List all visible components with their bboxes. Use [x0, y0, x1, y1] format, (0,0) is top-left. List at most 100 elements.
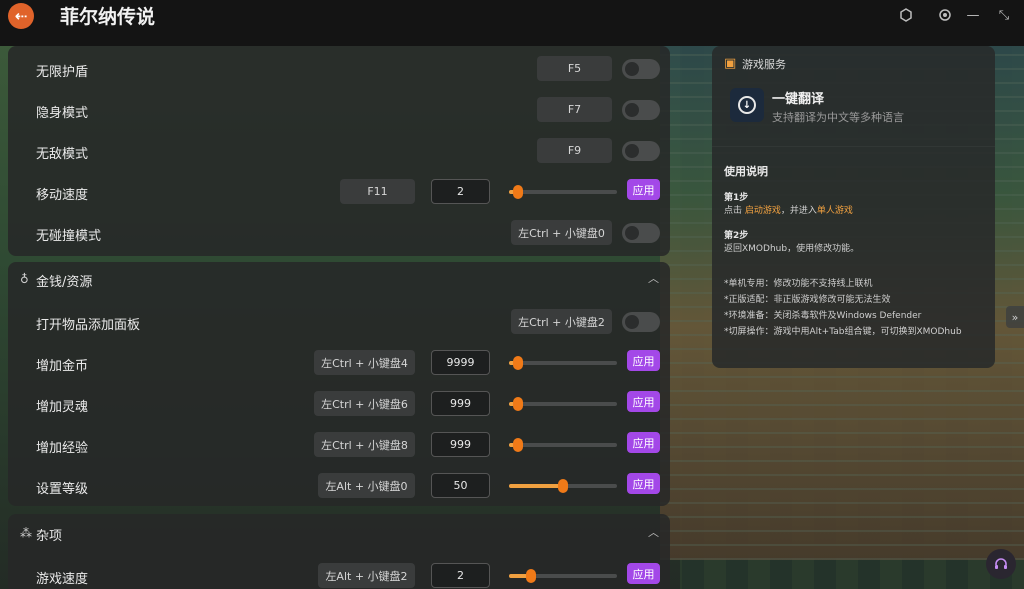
hotkey-button[interactable]: 左Ctrl + 小键盘4: [314, 350, 415, 375]
hotkey-button[interactable]: F9: [537, 138, 612, 163]
cheat-toggle[interactable]: [622, 59, 660, 79]
slider-thumb[interactable]: [513, 356, 523, 370]
cheat-label: 增加金币: [36, 359, 89, 374]
package-box-icon: ▣: [724, 56, 737, 71]
note-item: *正版适配：非正版游戏修改可能无法生效: [724, 295, 891, 305]
cheat-panel-money: ♁ 金钱/资源 ︿ 打开物品添加面板 左Ctrl + 小键盘2 增加金币 左Ct…: [8, 262, 670, 506]
note-item: *单机专用：修改功能不支持线上联机: [724, 279, 873, 289]
collapse-icon[interactable]: ⤡: [993, 4, 1015, 26]
apply-button[interactable]: 应用: [627, 432, 660, 453]
app-title: 菲尔纳传说: [60, 6, 156, 28]
apply-button[interactable]: 应用: [627, 391, 660, 412]
slider-thumb[interactable]: [513, 397, 523, 411]
step2-text: 返回XMODhub，使用修改功能。: [724, 244, 860, 254]
cheat-row: 无碰撞模式 左Ctrl + 小键盘0: [8, 214, 670, 254]
slider-thumb[interactable]: [526, 569, 536, 583]
value-input[interactable]: 999: [431, 432, 490, 457]
cheat-label: 无限护盾: [36, 65, 89, 80]
user-badge-icon[interactable]: [895, 4, 917, 26]
apply-button[interactable]: 应用: [627, 350, 660, 371]
arrow-left-icon: ⇠: [14, 7, 28, 25]
value-slider[interactable]: [509, 185, 617, 199]
cheat-label: 增加经验: [36, 441, 89, 456]
note-item: *环境准备：关闭杀毒软件及Windows Defender: [724, 311, 922, 321]
slider-fill: [509, 484, 563, 488]
section-header[interactable]: ⁂ 杂项 ︿: [8, 516, 670, 552]
cheat-toggle[interactable]: [622, 100, 660, 120]
translate-card[interactable]: ↓ 一键翻译 支持翻译为中文等多种语言: [712, 78, 995, 138]
hotkey-button[interactable]: F7: [537, 97, 612, 122]
hotkey-button[interactable]: 左Alt + 小键盘0: [318, 473, 415, 498]
step1-heading: 第1步: [724, 193, 749, 203]
cheat-row: 游戏速度 左Alt + 小键盘2 2 应用: [8, 557, 670, 589]
value-input[interactable]: 999: [431, 391, 490, 416]
service-panel: ▣ 游戏服务 ↓ 一键翻译 支持翻译为中文等多种语言 使用说明 第1步 点击 启…: [712, 46, 995, 368]
cheat-label: 无碰撞模式: [36, 229, 102, 244]
cheat-row: 增加灵魂 左Ctrl + 小键盘6 999 应用: [8, 385, 670, 425]
section-title: 金钱/资源: [36, 275, 93, 290]
divider: [712, 146, 995, 147]
hotkey-button[interactable]: 左Alt + 小键盘2: [318, 563, 415, 588]
value-slider[interactable]: [509, 438, 617, 452]
guide-title: 使用说明: [724, 165, 768, 178]
single-player-link[interactable]: 单人游戏: [817, 206, 853, 216]
value-input[interactable]: 9999: [431, 350, 490, 375]
cheat-label: 无敌模式: [36, 147, 89, 162]
slider-thumb[interactable]: [513, 438, 523, 452]
settings-gear-icon[interactable]: [934, 4, 956, 26]
value-slider[interactable]: [509, 397, 617, 411]
hotkey-button[interactable]: 左Ctrl + 小键盘0: [511, 220, 612, 245]
hotkey-button[interactable]: 左Ctrl + 小键盘6: [314, 391, 415, 416]
cheat-panel-misc: ⁂ 杂项 ︿ 游戏速度 左Alt + 小键盘2 2 应用: [8, 514, 670, 589]
expand-arrow-icon[interactable]: »: [1006, 306, 1024, 328]
start-game-link[interactable]: 启动游戏: [745, 206, 781, 216]
minimize-icon[interactable]: —: [962, 4, 984, 26]
back-button[interactable]: ⇠: [8, 3, 34, 29]
hotkey-button[interactable]: 左Ctrl + 小键盘2: [511, 309, 612, 334]
slider-thumb[interactable]: [558, 479, 568, 493]
chevron-up-icon[interactable]: ︿: [648, 270, 659, 286]
download-circle-icon: ↓: [730, 88, 764, 122]
cheat-label: 设置等级: [36, 482, 89, 497]
cheat-toggle[interactable]: [622, 223, 660, 243]
misc-grid-icon: ⁂: [20, 526, 32, 540]
apply-button[interactable]: 应用: [627, 563, 660, 584]
hotkey-button[interactable]: F11: [340, 179, 415, 204]
cheat-row: 隐身模式 F7: [8, 91, 670, 131]
chevron-up-icon[interactable]: ︿: [648, 524, 659, 540]
translate-subtitle: 支持翻译为中文等多种语言: [772, 111, 904, 124]
cheat-row: 打开物品添加面板 左Ctrl + 小键盘2: [8, 303, 670, 343]
hotkey-button[interactable]: 左Ctrl + 小键盘8: [314, 432, 415, 457]
service-title: 游戏服务: [742, 58, 786, 71]
headset-support-icon[interactable]: [986, 549, 1016, 579]
section-header[interactable]: ♁ 金钱/资源 ︿: [8, 262, 670, 298]
value-input[interactable]: 2: [431, 563, 490, 588]
step1-text: 点击 启动游戏，并进入单人游戏: [724, 206, 853, 216]
cheat-row: 无敌模式 F9: [8, 132, 670, 172]
value-input[interactable]: 2: [431, 179, 490, 204]
cheat-row: 移动速度 F11 2 应用: [8, 173, 670, 213]
note-item: *切屏操作：游戏中用Alt+Tab组合键，可切换到XMODhub: [724, 327, 962, 337]
translate-title: 一键翻译: [772, 92, 825, 107]
value-slider[interactable]: [509, 569, 617, 583]
cheat-label: 游戏速度: [36, 572, 89, 587]
step2-heading: 第2步: [724, 231, 749, 241]
apply-button[interactable]: 应用: [627, 179, 660, 200]
cheat-toggle[interactable]: [622, 141, 660, 161]
hotkey-button[interactable]: F5: [537, 56, 612, 81]
money-bag-icon: ♁: [20, 272, 29, 286]
title-bar: ⇠ 菲尔纳传说 — ⤡: [0, 0, 1024, 46]
section-title: 杂项: [36, 529, 63, 544]
cheat-toggle[interactable]: [622, 312, 660, 332]
cheat-panel-general: 无限护盾 F5 隐身模式 F7 无敌模式 F9 移动速度 F11 2 应用 无碰…: [8, 46, 670, 256]
slider-thumb[interactable]: [513, 185, 523, 199]
cheat-row: 增加金币 左Ctrl + 小键盘4 9999 应用: [8, 344, 670, 384]
cheat-label: 隐身模式: [36, 106, 89, 121]
value-slider[interactable]: [509, 356, 617, 370]
apply-button[interactable]: 应用: [627, 473, 660, 494]
cheat-label: 打开物品添加面板: [36, 318, 141, 333]
value-slider[interactable]: [509, 479, 617, 493]
cheat-label: 移动速度: [36, 188, 89, 203]
value-input[interactable]: 50: [431, 473, 490, 498]
cheat-row: 设置等级 左Alt + 小键盘0 50 应用: [8, 467, 670, 507]
